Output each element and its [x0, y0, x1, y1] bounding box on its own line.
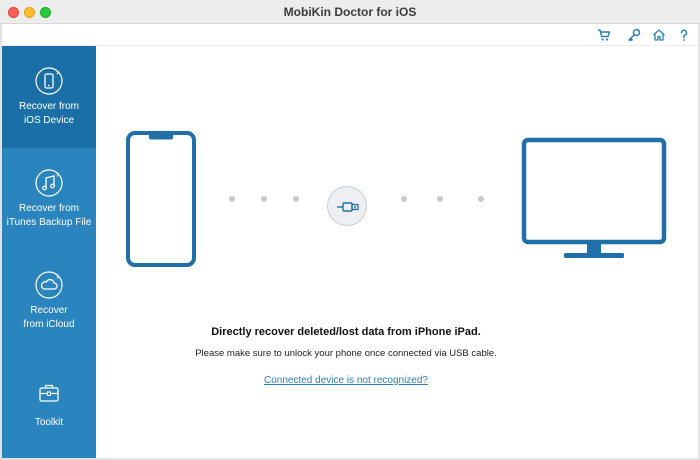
connection-dot	[293, 196, 299, 202]
title-bar: MobiKin Doctor for iOS	[0, 0, 700, 24]
help-icon[interactable]	[677, 28, 691, 42]
sidebar-item-recover-ios-device[interactable]: Recover from iOS Device	[2, 46, 96, 148]
sidebar: Recover from iOS Device Recover from iTu…	[2, 46, 96, 458]
sidebar-item-toolkit[interactable]: Toolkit	[2, 352, 96, 458]
key-icon[interactable]	[627, 28, 641, 42]
sidebar-item-label: Recover from iTunes Backup File	[6, 203, 92, 228]
music-note-icon	[34, 168, 64, 198]
sidebar-item-recover-icloud[interactable]: Recover from iCloud	[2, 250, 96, 352]
phone-refresh-icon	[34, 66, 64, 96]
main-panel: Directly recover deleted/lost data from …	[96, 46, 698, 458]
connection-dot	[229, 196, 235, 202]
window-title: MobiKin Doctor for iOS	[283, 5, 417, 19]
cloud-icon	[34, 270, 64, 300]
sidebar-item-recover-itunes-backup[interactable]: Recover from iTunes Backup File	[2, 148, 96, 250]
iphone-illustration	[126, 131, 196, 267]
connection-dot	[261, 196, 267, 202]
home-icon[interactable]	[652, 28, 666, 42]
top-toolbar	[0, 24, 700, 46]
device-not-recognized-link[interactable]: Connected device is not recognized?	[96, 375, 596, 386]
connection-dot	[437, 196, 443, 202]
unlock-instruction: Please make sure to unlock your phone on…	[195, 348, 497, 359]
recover-headline: Directly recover deleted/lost data from …	[211, 326, 481, 338]
toolbox-icon	[34, 378, 64, 408]
connection-dot	[478, 196, 484, 202]
computer-monitor-illustration	[521, 137, 667, 258]
sidebar-item-label: Recover from iCloud	[23, 305, 75, 330]
connection-dot	[401, 196, 407, 202]
sidebar-item-label: Recover from iOS Device	[18, 101, 79, 126]
usb-cable-icon	[337, 202, 359, 212]
usb-connector	[327, 186, 367, 226]
cart-icon[interactable]	[597, 28, 611, 42]
sidebar-item-label: Toolkit	[34, 417, 64, 428]
